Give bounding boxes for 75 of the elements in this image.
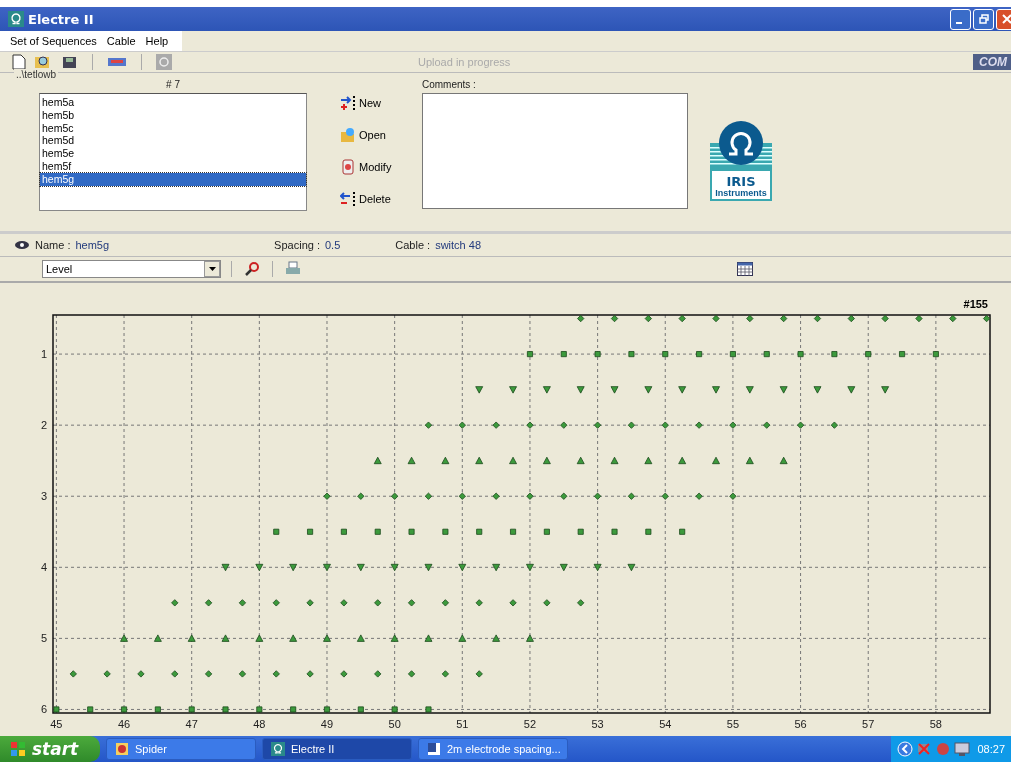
flag-icon (10, 741, 26, 757)
x-tick-label: 47 (185, 718, 198, 730)
delete-button[interactable]: Delete (340, 187, 410, 211)
x-tick-label: 58 (929, 718, 942, 730)
port-badge: COM (973, 54, 1011, 70)
list-item[interactable]: hem5e (40, 147, 306, 160)
company-logo: IRIS Instruments (710, 121, 772, 201)
chart-title: #155 (963, 298, 988, 310)
clock: 08:27 (977, 743, 1005, 755)
comments-field[interactable] (422, 93, 688, 209)
sequence-count: # 7 (166, 79, 180, 92)
folder-icon (340, 127, 356, 143)
y-tick-label: 2 (40, 419, 47, 432)
spacing-value: 0.5 (325, 239, 341, 251)
document-icon (427, 742, 441, 756)
close-icon (1001, 14, 1011, 24)
menu-item[interactable]: Cable (100, 35, 140, 47)
edit-icon (340, 159, 356, 175)
cable-value: switch 48 (435, 239, 481, 251)
cable-label: Cable : (395, 239, 431, 251)
x-tick-label: 48 (253, 718, 266, 730)
restore-icon (978, 14, 989, 24)
upload-status: Upload in progress (418, 56, 511, 68)
eye-icon (14, 240, 30, 250)
new-button[interactable]: New (340, 91, 410, 115)
y-tick-label: 1 (40, 348, 47, 361)
x-tick-label: 56 (794, 718, 807, 730)
taskbar-button[interactable]: Electre II (262, 738, 412, 760)
menu-item[interactable]: Help (139, 35, 173, 47)
y-tick-label: 4 (40, 561, 47, 574)
remove-icon (340, 191, 356, 207)
modify-button[interactable]: Modify (340, 155, 410, 179)
new-file-icon[interactable] (10, 53, 28, 71)
x-tick-label: 52 (523, 718, 537, 730)
x-tick-label: 45 (50, 718, 63, 730)
view-dropdown[interactable]: Level (42, 260, 221, 278)
x-tick-label: 49 (320, 718, 334, 730)
list-item[interactable]: hem5b (40, 108, 306, 122)
add-icon (340, 95, 356, 111)
list-item[interactable]: hem5d (40, 134, 306, 148)
start-button[interactable]: start (0, 736, 100, 762)
spacing-label: Spacing : (274, 239, 320, 251)
minimize-button[interactable] (950, 8, 971, 30)
menu-item[interactable]: Set of Sequences (2, 35, 101, 47)
monitor-icon[interactable] (954, 741, 971, 757)
x-tick-label: 53 (591, 718, 604, 730)
folder-label: ..\tetlowb (14, 69, 59, 80)
y-tick-label: 5 (40, 632, 47, 645)
window-title: Electre II (28, 11, 94, 27)
x-tick-label: 54 (659, 718, 672, 730)
minimize-icon (956, 22, 962, 24)
restore-button[interactable] (973, 8, 994, 30)
name-value: hem5g (75, 239, 110, 251)
app-icon (271, 742, 285, 756)
close-button[interactable] (996, 8, 1011, 30)
comments-label: Comments : (422, 79, 477, 92)
list-item[interactable]: hem5f (40, 160, 306, 173)
x-tick-label: 50 (388, 718, 401, 730)
x-tick-label: 55 (726, 718, 740, 730)
taskbar-button[interactable]: 2m electrode spacing... (418, 738, 568, 760)
open-button[interactable]: Open (340, 123, 410, 147)
taskbar-button[interactable]: Spider (106, 738, 256, 760)
y-tick-label: 6 (40, 703, 47, 716)
name-label: Name : (35, 239, 71, 251)
table-icon[interactable] (735, 261, 755, 277)
x-tick-label: 51 (456, 718, 469, 730)
y-tick-label: 3 (40, 490, 47, 503)
list-item[interactable]: hem5g (40, 172, 306, 186)
list-item[interactable]: hem5c (40, 121, 306, 135)
chevron-icon[interactable] (897, 741, 914, 757)
list-item[interactable]: hem5a (40, 96, 306, 109)
x-tick-label: 46 (117, 718, 131, 730)
app-icon (8, 11, 24, 27)
x-tick-label: 57 (862, 718, 875, 730)
caret-icon (208, 267, 216, 271)
